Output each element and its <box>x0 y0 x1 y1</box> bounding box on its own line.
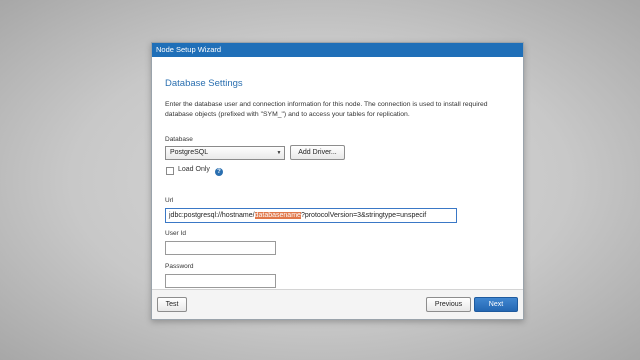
url-text-before: jdbc:postgresql://hostname/ <box>169 212 255 219</box>
load-only-label: Load Only <box>178 166 210 173</box>
help-icon[interactable]: ? <box>215 168 223 176</box>
user-id-label: User Id <box>165 230 186 237</box>
url-text-after: ?protocolVersion=3&stringtype=unspecif <box>300 212 427 219</box>
section-heading: Database Settings <box>165 78 243 89</box>
test-button[interactable]: Test <box>157 297 187 312</box>
database-select-value: PostgreSQL <box>170 149 209 156</box>
url-label: Url <box>165 197 174 204</box>
url-text-selected: databasename <box>254 212 301 219</box>
previous-button[interactable]: Previous <box>426 297 471 312</box>
section-description: Enter the database user and connection i… <box>165 101 488 118</box>
database-label: Database <box>165 136 193 143</box>
add-driver-button[interactable]: Add Driver... <box>290 145 345 160</box>
chevron-down-icon: ▼ <box>276 150 282 156</box>
url-input[interactable]: jdbc:postgresql://hostname/databasename?… <box>165 208 457 223</box>
database-select[interactable]: PostgreSQL ▼ <box>165 146 285 160</box>
password-label: Password <box>165 263 194 270</box>
dialog-title: Node Setup Wizard <box>152 43 523 57</box>
password-input[interactable] <box>165 274 276 288</box>
load-only-checkbox[interactable] <box>166 167 174 175</box>
setup-wizard-dialog: Node Setup Wizard Database Settings Ente… <box>151 42 524 320</box>
user-id-input[interactable] <box>165 241 276 255</box>
next-button[interactable]: Next <box>474 297 518 312</box>
dialog-footer: Test Previous Next <box>152 289 523 319</box>
